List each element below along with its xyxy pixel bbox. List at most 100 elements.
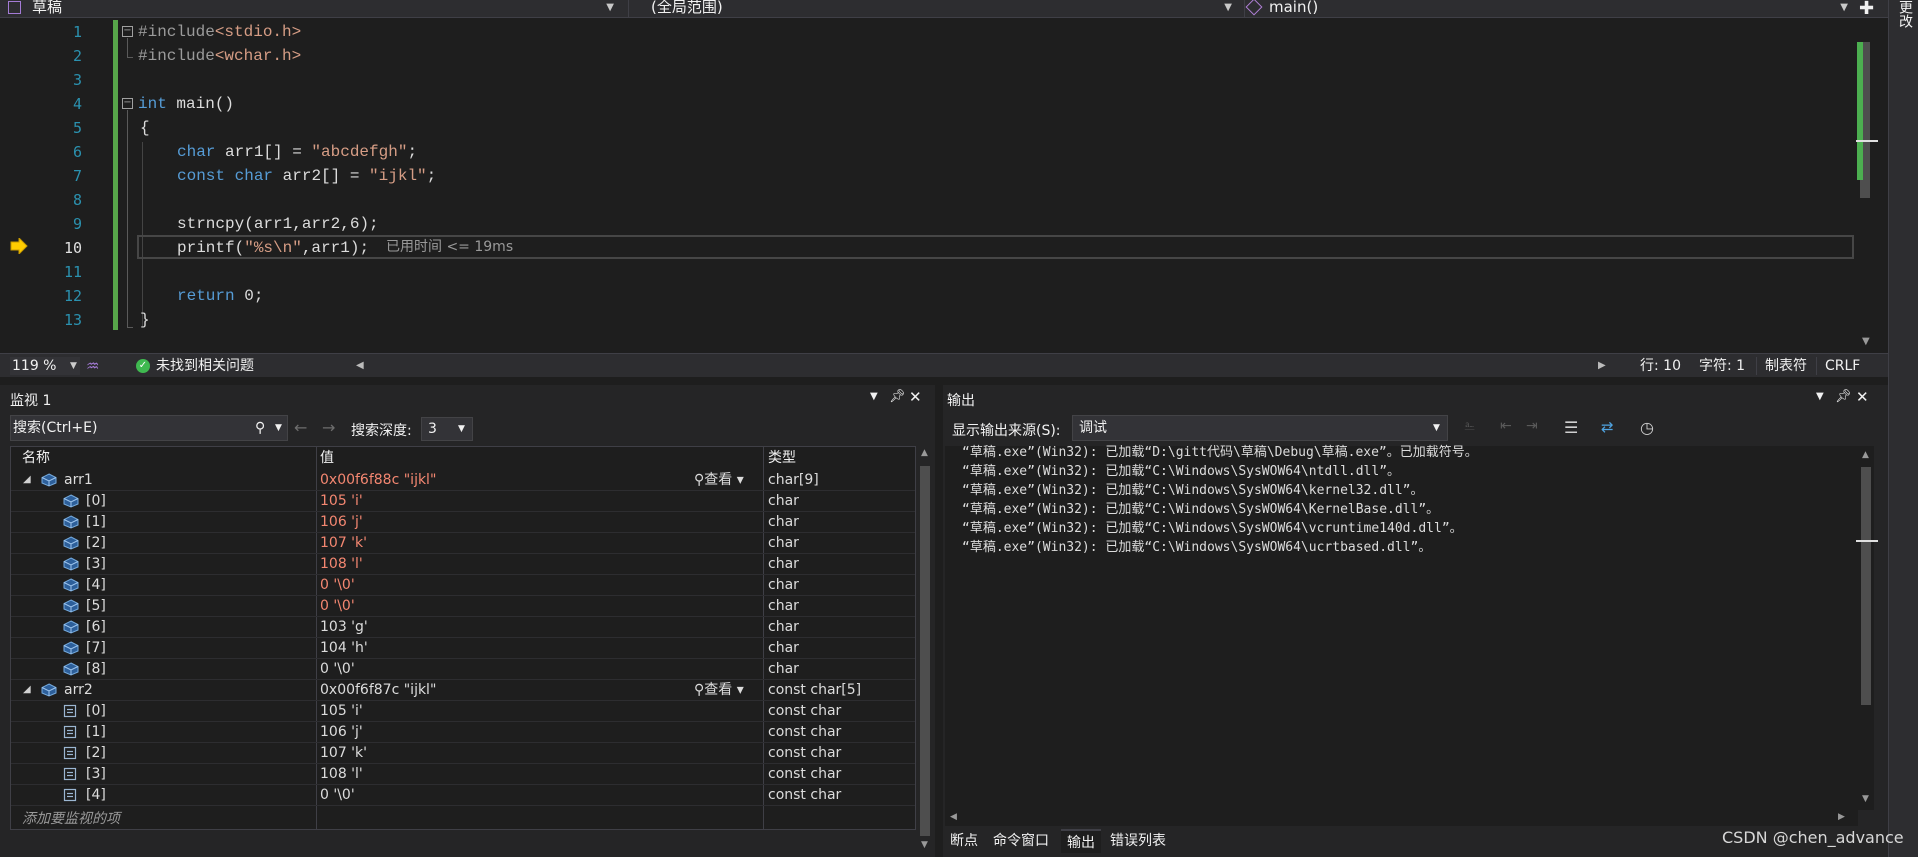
changes-side-tab[interactable]: 更改 — [1895, 0, 1915, 28]
visualizer-view-button[interactable]: ⚲查看 ▾ — [694, 680, 744, 700]
line-endings[interactable]: CRLF — [1816, 357, 1860, 375]
watch-row[interactable]: [0] 105 'i' char — [11, 491, 915, 512]
tab-breakpoints[interactable]: 断点 — [950, 829, 978, 853]
scroll-right-arrow-icon[interactable]: ▶ — [1598, 357, 1606, 375]
issues-status[interactable]: 未找到相关问题 — [156, 357, 254, 375]
visualizer-view-button[interactable]: ⚲查看 ▾ — [694, 470, 744, 490]
code-line-4[interactable]: int main() — [138, 92, 234, 116]
scroll-down-arrow-icon[interactable]: ▼ — [1862, 794, 1869, 804]
watch-value[interactable]: 107 'k' — [320, 533, 367, 553]
output-horizontal-scrollbar[interactable] — [945, 810, 1858, 826]
split-plus-icon[interactable]: ✚ — [1859, 0, 1874, 19]
watch-value[interactable]: 0x00f6f87c "ijkl" — [320, 680, 436, 700]
scroll-up-arrow-icon[interactable]: ▲ — [1862, 450, 1869, 460]
scroll-left-arrow-icon[interactable]: ◀ — [356, 357, 364, 375]
code-line-10[interactable]: printf("%s\n",arr1); — [177, 236, 369, 260]
add-watch-item[interactable]: 添加要监视的项 — [22, 808, 120, 828]
watch-value[interactable]: 105 'i' — [320, 701, 363, 721]
search-back-arrow-icon[interactable]: ← — [294, 418, 307, 437]
tab-output[interactable]: 输出 — [1061, 829, 1101, 853]
watch-row[interactable]: ◢ arr2 0x00f6f87c "ijkl" ⚲查看 ▾ const char[5] — [11, 680, 915, 701]
char-position[interactable]: 字符: 1 — [1699, 357, 1745, 375]
scroll-down-arrow-icon[interactable]: ▼ — [1862, 336, 1870, 347]
scroll-up-arrow-icon[interactable]: ▲ — [921, 448, 928, 458]
expand-toggle-icon[interactable]: ◢ — [23, 470, 31, 490]
watch-value[interactable]: 106 'j' — [320, 722, 363, 742]
watch-value[interactable]: 103 'g' — [320, 617, 368, 637]
panel-menu-icon[interactable]: ▼ — [1816, 391, 1824, 402]
watch-value[interactable]: 108 'l' — [320, 764, 363, 784]
watch-value[interactable]: 105 'i' — [320, 491, 363, 511]
pin-icon[interactable]: 📌︎ — [889, 389, 906, 404]
watch-row[interactable]: [7] 104 'h' char — [11, 638, 915, 659]
watch-value[interactable]: 0 '\0' — [320, 785, 355, 805]
line-position[interactable]: 行: 10 — [1640, 357, 1681, 375]
member-dropdown[interactable]: main() ▼ — [1244, 0, 1854, 18]
watch-row[interactable]: [2] 107 'k' const char — [11, 743, 915, 764]
watch-row[interactable]: [1] 106 'j' char — [11, 512, 915, 533]
scroll-right-arrow-icon[interactable]: ▶ — [1838, 812, 1845, 822]
code-line-1[interactable]: #include<stdio.h> — [138, 20, 301, 44]
chevron-down-icon[interactable]: ▼ — [275, 416, 282, 440]
code-line-5[interactable]: { — [140, 116, 150, 140]
intellicode-icon[interactable]: ♒ — [86, 357, 99, 375]
code-line-6[interactable]: char arr1[] = "abcdefgh"; — [177, 140, 417, 164]
column-header-value[interactable]: 值 — [320, 448, 334, 468]
glyph-margin[interactable] — [8, 18, 34, 353]
timestamp-clock-icon[interactable]: ◷ — [1640, 418, 1662, 438]
watch-scroll-thumb[interactable] — [920, 466, 930, 836]
watch-value[interactable]: 0 '\0' — [320, 575, 355, 595]
search-icon[interactable]: ⚲ — [255, 416, 265, 440]
code-line-9[interactable]: strncpy(arr1,arr2,6); — [177, 212, 379, 236]
watch-value[interactable]: 108 'l' — [320, 554, 363, 574]
search-depth-dropdown[interactable]: 3 ▼ — [421, 417, 473, 441]
watch-value[interactable]: 107 'k' — [320, 743, 367, 763]
project-dropdown[interactable]: 草稿 ▼ — [8, 0, 620, 18]
output-source-dropdown[interactable]: 调试 ▼ — [1072, 415, 1448, 441]
close-icon[interactable]: ✕ — [1856, 388, 1869, 406]
next-message-icon[interactable]: ⇥ — [1526, 418, 1548, 438]
watch-row[interactable]: [8] 0 '\0' char — [11, 659, 915, 680]
watch-row[interactable]: [4] 0 '\0' const char — [11, 785, 915, 806]
watch-search-input[interactable]: 搜索(Ctrl+E) ⚲ ▼ — [10, 415, 288, 441]
tab-error-list[interactable]: 错误列表 — [1110, 829, 1166, 853]
tab-command-window[interactable]: 命令窗口 — [993, 829, 1049, 853]
watch-value[interactable]: 0 '\0' — [320, 659, 355, 679]
zoom-dropdown[interactable]: 119 % ▼ — [10, 357, 80, 375]
indent-mode[interactable]: 制表符 — [1756, 357, 1807, 375]
fold-collapse-icon[interactable]: − — [122, 26, 133, 37]
watch-row[interactable]: [4] 0 '\0' char — [11, 575, 915, 596]
scope-dropdown[interactable]: (全局范围) ▼ — [628, 0, 1238, 18]
watch-value[interactable]: 0x00f6f88c "ijkl" — [320, 470, 436, 490]
watch-value[interactable]: 0 '\0' — [320, 596, 355, 616]
watch-value[interactable]: 106 'j' — [320, 512, 363, 532]
output-scroll-thumb[interactable] — [1861, 467, 1871, 705]
close-icon[interactable]: ✕ — [909, 388, 922, 406]
watch-row[interactable]: [0] 105 'i' const char — [11, 701, 915, 722]
watch-row[interactable]: [5] 0 '\0' char — [11, 596, 915, 617]
code-line-12[interactable]: return 0; — [177, 284, 263, 308]
previous-message-icon[interactable]: ⇤ — [1500, 418, 1522, 438]
perf-tip-elapsed[interactable]: 已用时间 <= 19ms — [386, 237, 513, 257]
pin-icon[interactable]: 📌︎ — [1835, 389, 1852, 404]
search-forward-arrow-icon[interactable]: → — [322, 418, 335, 437]
scroll-left-arrow-icon[interactable]: ◀ — [950, 812, 957, 822]
watch-row[interactable]: [3] 108 'l' const char — [11, 764, 915, 785]
watch-row[interactable]: [3] 108 'l' char — [11, 554, 915, 575]
fold-collapse-icon[interactable]: − — [122, 98, 133, 109]
panel-menu-icon[interactable]: ▼ — [870, 391, 878, 402]
word-wrap-icon[interactable]: ⇄ — [1601, 418, 1623, 438]
code-line-2[interactable]: #include<wchar.h> — [138, 44, 301, 68]
watch-row[interactable]: [6] 103 'g' char — [11, 617, 915, 638]
code-line-13[interactable]: } — [140, 308, 150, 332]
column-header-name[interactable]: 名称 — [22, 448, 50, 468]
find-message-icon[interactable]: ⎁ — [1464, 418, 1486, 438]
scroll-down-arrow-icon[interactable]: ▼ — [921, 840, 928, 850]
watch-row[interactable]: [1] 106 'j' const char — [11, 722, 915, 743]
clear-all-icon[interactable]: ☰ — [1564, 418, 1586, 438]
column-header-type[interactable]: 类型 — [768, 448, 796, 468]
watch-row[interactable]: [2] 107 'k' char — [11, 533, 915, 554]
watch-row[interactable]: ◢ arr1 0x00f6f88c "ijkl" ⚲查看 ▾ char[9] — [11, 470, 915, 491]
code-line-7[interactable]: const char arr2[] = "ijkl"; — [177, 164, 436, 188]
expand-toggle-icon[interactable]: ◢ — [23, 680, 31, 700]
